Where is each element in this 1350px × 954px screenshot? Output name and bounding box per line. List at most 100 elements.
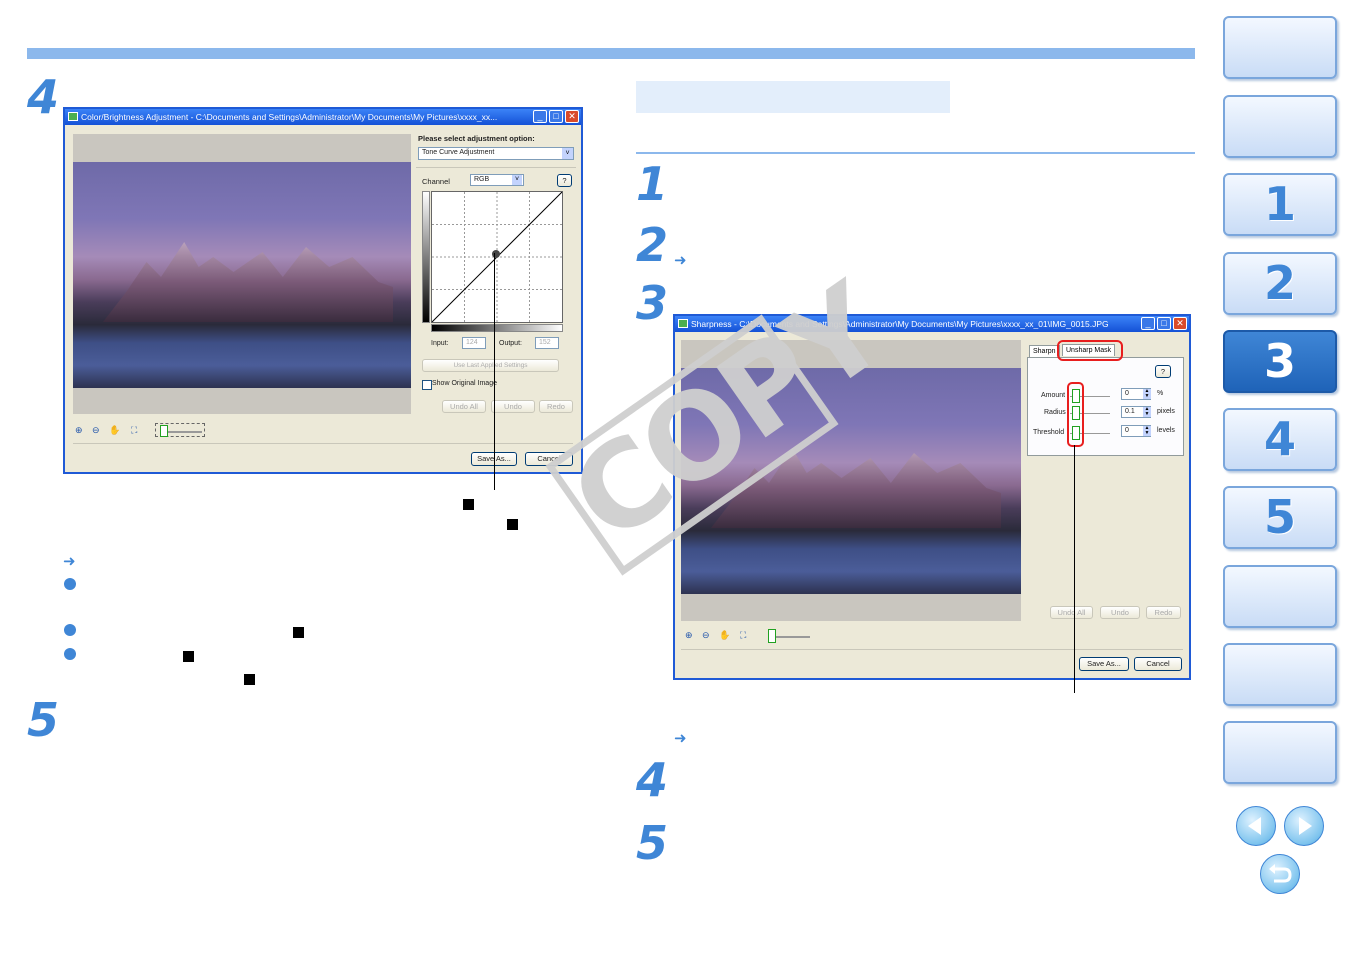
channel-label: Channel — [422, 177, 450, 186]
minimize-button[interactable]: _ — [533, 110, 547, 123]
sidebar-button-3[interactable]: 3 — [1223, 330, 1337, 393]
chevron-down-icon[interactable]: ˅ — [512, 175, 522, 185]
output-label: Output: — [499, 340, 522, 347]
step-number-5: 5 — [27, 693, 60, 747]
window-titlebar: Color/Brightness Adjustment - C:\Documen… — [65, 109, 581, 125]
preview-image — [73, 162, 411, 388]
header-bar — [27, 48, 1195, 59]
zoom-in-icon[interactable]: ⊕ — [75, 425, 83, 436]
prev-page-button[interactable] — [1236, 806, 1276, 846]
next-page-button[interactable] — [1284, 806, 1324, 846]
sidebar-button-contents[interactable] — [1223, 95, 1337, 158]
save-as-button[interactable]: Save As... — [1079, 657, 1129, 671]
step-number-4: 4 — [27, 70, 60, 124]
radius-unit: pixels — [1157, 408, 1175, 415]
zoom-slider[interactable] — [155, 423, 205, 437]
redo-button[interactable]: Redo — [1146, 606, 1181, 619]
highlight-sliders — [1067, 382, 1084, 447]
sidebar-button-label: 2 — [1263, 256, 1296, 310]
sidebar-button-index[interactable] — [1223, 721, 1337, 784]
sidebar-button-troubleshooting[interactable] — [1223, 643, 1337, 706]
sidebar-button-intro[interactable] — [1223, 16, 1337, 79]
use-last-settings-button[interactable]: Use Last Applied Settings — [422, 359, 559, 372]
step-number-4: 4 — [636, 753, 669, 807]
sidebar-button-label: 1 — [1263, 177, 1296, 231]
sidebar-button-4[interactable]: 4 — [1223, 408, 1337, 471]
hand-icon[interactable]: ✋ — [109, 425, 120, 436]
minimize-button[interactable]: _ — [1141, 317, 1155, 330]
square-marker — [463, 499, 474, 510]
sidebar-button-label: 4 — [1263, 412, 1296, 466]
window-title: Color/Brightness Adjustment - C:\Documen… — [81, 112, 498, 122]
divider — [416, 167, 576, 168]
zoom-out-icon[interactable]: ⊖ — [92, 425, 100, 436]
sidebar-button-2[interactable]: 2 — [1223, 252, 1337, 315]
show-original-label: Show Original Image — [432, 380, 497, 387]
spinner-icon[interactable]: ▲ ▼ — [1143, 389, 1151, 399]
preview-area — [73, 134, 411, 414]
sidebar-button-1[interactable]: 1 — [1223, 173, 1337, 236]
threshold-unit: levels — [1157, 427, 1175, 434]
fit-window-icon[interactable]: ⛶ — [740, 630, 746, 641]
zoom-slider-thumb[interactable] — [160, 425, 168, 437]
help-button[interactable]: ? — [1155, 365, 1171, 378]
arrow-right-icon — [1299, 817, 1312, 835]
bullet — [64, 578, 76, 590]
spinner-icon[interactable]: ▲ ▼ — [1143, 407, 1151, 417]
input-gradient-bar — [431, 324, 563, 332]
step-number-3: 3 — [636, 276, 669, 330]
show-original-checkbox[interactable] — [422, 380, 432, 390]
mountain-shape — [103, 242, 393, 322]
chevron-down-icon[interactable]: ˅ — [562, 148, 573, 159]
highlight-unsharp-tab — [1057, 340, 1123, 361]
bullet — [64, 648, 76, 660]
adjust-option-select[interactable]: Tone Curve Adjustment — [418, 147, 574, 160]
tone-curve-graph[interactable] — [431, 191, 563, 323]
close-button[interactable]: ✕ — [565, 110, 579, 123]
return-icon — [1269, 864, 1292, 883]
sidebar-button-reference[interactable] — [1223, 565, 1337, 628]
redo-button[interactable]: Redo — [539, 400, 573, 413]
fit-window-icon[interactable]: ⛶ — [131, 425, 137, 436]
maximize-button[interactable]: □ — [549, 110, 563, 123]
spinner-icon[interactable]: ▲ ▼ — [1143, 426, 1151, 436]
undo-all-button[interactable]: Undo All — [1050, 606, 1093, 619]
input-value-field[interactable]: 124 — [462, 337, 486, 349]
zoom-slider-thumb[interactable] — [768, 629, 776, 643]
square-marker — [293, 627, 304, 638]
amount-label: Amount — [1041, 392, 1066, 399]
section-heading-box — [636, 81, 950, 113]
undo-all-button[interactable]: Undo All — [442, 400, 486, 413]
bullet — [64, 624, 76, 636]
close-button[interactable]: ✕ — [1173, 317, 1187, 330]
zoom-in-icon[interactable]: ⊕ — [685, 630, 693, 641]
cancel-button[interactable]: Cancel — [1134, 657, 1182, 671]
app-icon — [68, 112, 78, 121]
output-value-field[interactable]: 152 — [535, 337, 559, 349]
output-gradient-bar — [422, 191, 430, 323]
arrow-right-icon: ➜ — [674, 251, 687, 269]
square-marker — [183, 651, 194, 662]
maximize-button[interactable]: □ — [1157, 317, 1171, 330]
undo-button[interactable]: Undo — [1100, 606, 1140, 619]
return-button[interactable] — [1260, 854, 1300, 894]
threshold-label: Threshold — [1033, 429, 1065, 436]
section-rule — [636, 152, 1195, 154]
tab-sharpness[interactable]: Sharpn — [1029, 345, 1060, 358]
divider — [73, 443, 573, 444]
sidebar-button-5[interactable]: 5 — [1223, 486, 1337, 549]
hand-icon[interactable]: ✋ — [719, 630, 730, 641]
color-brightness-window: Color/Brightness Adjustment - C:\Documen… — [63, 107, 583, 474]
step-number-5: 5 — [636, 816, 669, 870]
undo-button[interactable]: Undo — [491, 400, 535, 413]
divider — [681, 649, 1183, 650]
zoom-out-icon[interactable]: ⊖ — [702, 630, 710, 641]
zoom-slider-track — [166, 431, 202, 433]
sidebar-button-label: 3 — [1263, 334, 1296, 388]
callout-line — [1074, 445, 1075, 693]
zoom-slider-track[interactable] — [774, 636, 810, 638]
tone-curve-svg — [432, 192, 562, 322]
help-button[interactable]: ? — [557, 174, 572, 187]
square-marker — [244, 674, 255, 685]
arrow-right-icon: ➜ — [674, 729, 687, 747]
